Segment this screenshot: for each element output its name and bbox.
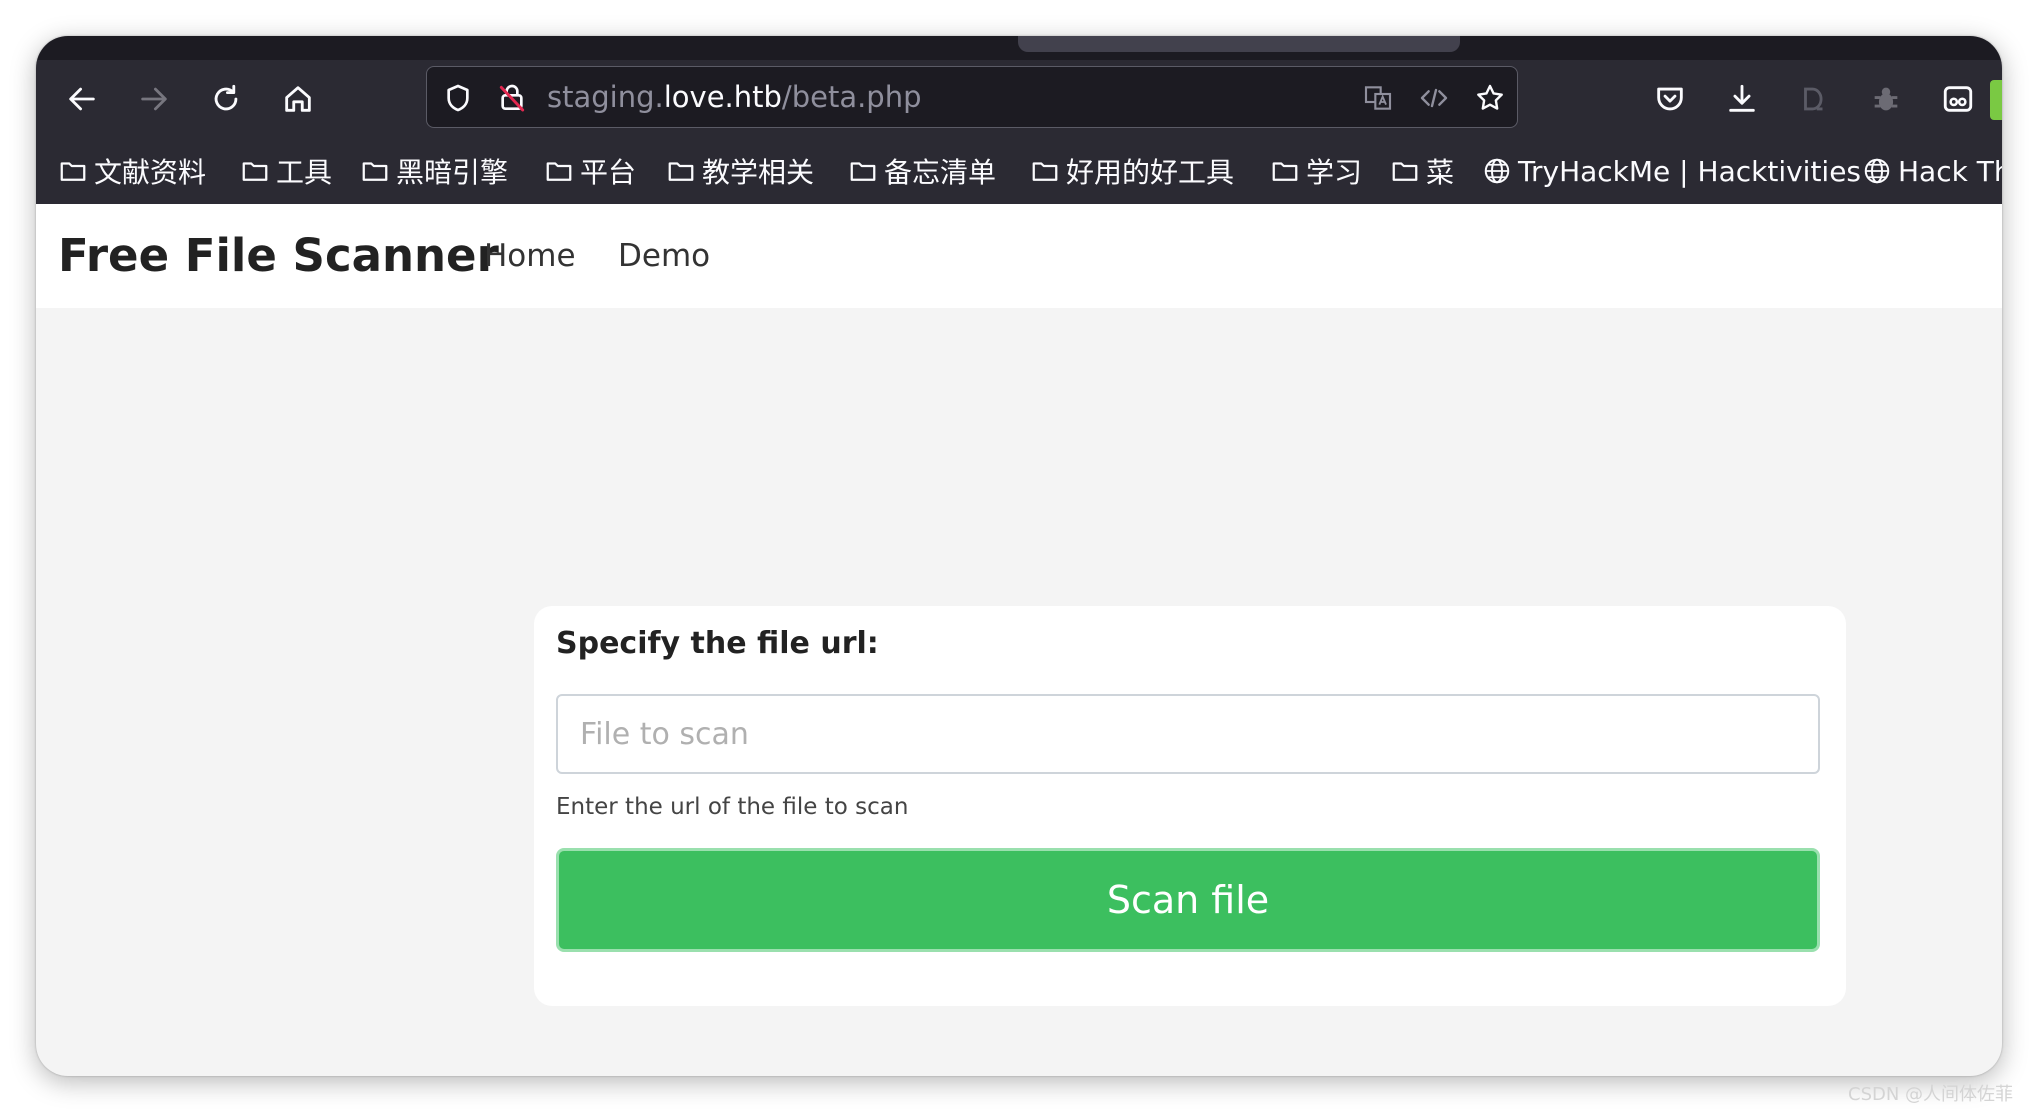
bookmark-folder[interactable]: 备忘清单 <box>848 138 996 204</box>
translate-icon[interactable] <box>1359 79 1397 117</box>
insecure-lock-icon[interactable] <box>493 79 531 117</box>
extension-button[interactable] <box>1790 75 1838 123</box>
browser-window: staging.love.htb/beta.php 文献资料 工具 黑暗引擎 平… <box>36 36 2002 1076</box>
url-prefix: staging. <box>547 80 664 114</box>
bookmark-folder[interactable]: 工具 <box>240 138 332 204</box>
bookmark-label: 工具 <box>276 156 333 189</box>
forward-arrow-icon <box>141 87 167 111</box>
url-domain: love.htb <box>663 80 782 114</box>
extension-icon <box>1804 87 1823 111</box>
bookmark-star-icon[interactable] <box>1471 79 1509 117</box>
bug-extension-button[interactable] <box>1862 75 1910 123</box>
pocket-icon <box>1657 87 1683 111</box>
site-brand[interactable]: Free File Scanner <box>58 204 499 308</box>
folder-icon <box>850 162 876 181</box>
back-arrow-icon <box>69 87 95 111</box>
download-icon <box>1729 84 1755 112</box>
reload-button[interactable] <box>202 75 250 123</box>
home-button[interactable] <box>274 75 322 123</box>
folder-icon <box>668 162 694 181</box>
url-path: /beta.php <box>781 80 922 114</box>
folder-icon <box>1272 162 1298 181</box>
forward-button[interactable] <box>130 75 178 123</box>
active-tab[interactable] <box>1018 36 1460 52</box>
file-url-input[interactable] <box>556 694 1820 774</box>
bug-icon <box>1874 87 1898 111</box>
bookmark-label: 学习 <box>1306 156 1363 189</box>
folder-icon <box>1032 162 1058 181</box>
code-icon[interactable] <box>1415 79 1453 117</box>
bookmark-folder[interactable]: 菜 <box>1390 138 1454 204</box>
bookmark-link[interactable]: TryHackMe | Hacktivities <box>1482 138 1861 204</box>
back-button[interactable] <box>58 75 106 123</box>
glasses-icon <box>1943 86 1973 112</box>
bookmark-label: 文献资料 <box>94 156 207 189</box>
scan-file-button[interactable]: Scan file <box>556 848 1820 952</box>
file-url-help-text: Enter the url of the file to scan <box>556 794 909 820</box>
bookmark-link[interactable]: Hack Th <box>1862 138 2002 204</box>
reload-icon <box>214 84 238 111</box>
pocket-button[interactable] <box>1646 75 1694 123</box>
bookmark-label: 备忘清单 <box>884 156 997 189</box>
bookmark-folder[interactable]: 黑暗引擎 <box>360 138 508 204</box>
file-url-label: Specify the file url: <box>556 626 879 661</box>
folder-icon <box>242 162 268 181</box>
folder-icon <box>60 162 86 181</box>
bookmark-label: 教学相关 <box>702 156 815 189</box>
nav-link-home[interactable]: Home <box>484 204 576 308</box>
folder-icon <box>546 162 572 181</box>
folder-icon <box>362 162 388 181</box>
bookmark-label: 黑暗引擎 <box>396 156 509 189</box>
browser-toolbar: staging.love.htb/beta.php <box>36 60 2002 138</box>
bookmark-folder[interactable]: 平台 <box>544 138 636 204</box>
scan-form-card: Specify the file url: Enter the url of t… <box>534 606 1846 1006</box>
url-text[interactable]: staging.love.htb/beta.php <box>547 67 922 127</box>
bookmark-folder[interactable]: 教学相关 <box>666 138 814 204</box>
globe-icon <box>1864 158 1890 184</box>
url-bar[interactable]: staging.love.htb/beta.php <box>426 66 1518 128</box>
home-icon <box>285 86 311 112</box>
bookmark-label: TryHackMe | Hacktivities <box>1518 154 1862 188</box>
globe-icon <box>1484 158 1510 184</box>
container-extension-button[interactable] <box>1934 75 1982 123</box>
bookmark-folder[interactable]: 学习 <box>1270 138 1362 204</box>
bookmark-label: 平台 <box>580 156 637 189</box>
edge-extension-icon[interactable] <box>1990 80 2002 120</box>
bookmark-folder[interactable]: 文献资料 <box>58 138 206 204</box>
downloads-button[interactable] <box>1718 75 1766 123</box>
bookmark-label: 菜 <box>1426 156 1455 189</box>
bookmark-label: Hack Th <box>1898 154 2002 188</box>
bookmark-label: 好用的好工具 <box>1066 156 1235 189</box>
site-navbar: Free File Scanner Home Demo <box>36 204 2002 308</box>
bookmark-folder[interactable]: 好用的好工具 <box>1030 138 1234 204</box>
nav-link-demo[interactable]: Demo <box>618 204 710 308</box>
folder-icon <box>1392 162 1418 181</box>
bookmarks-bar: 文献资料 工具 黑暗引擎 平台 教学相关 备忘清单 好用的好工具 学习 菜 Tr… <box>36 138 2002 205</box>
tab-strip <box>36 36 2002 60</box>
watermark: CSDN @人间体佐菲 <box>1848 1084 2014 1105</box>
tracking-protection-shield-icon[interactable] <box>439 79 477 117</box>
